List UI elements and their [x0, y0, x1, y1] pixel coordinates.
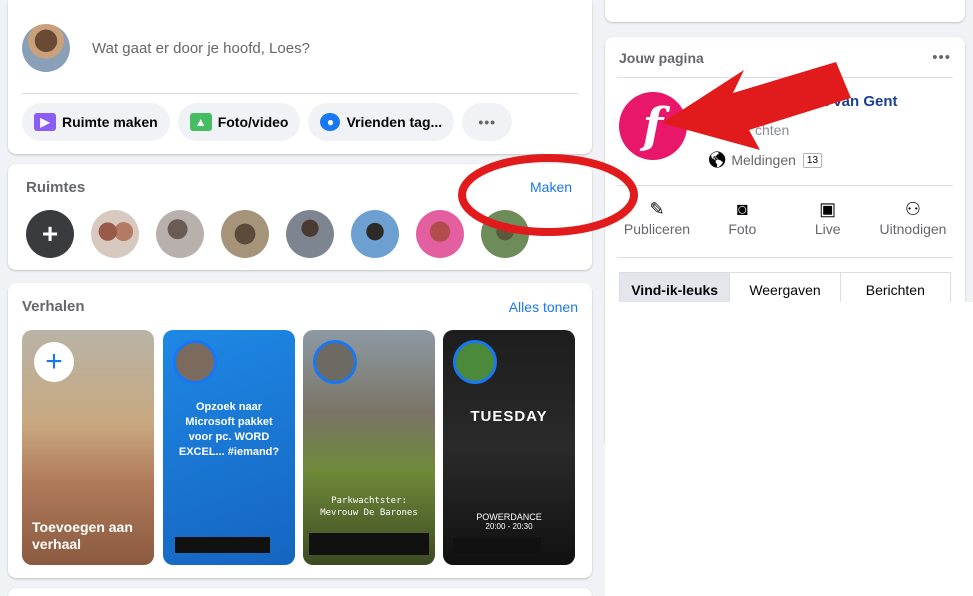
live-video-icon: ▣ [819, 199, 837, 219]
tag-friends-label: Vrienden tag... [346, 114, 443, 130]
redacted-name [175, 537, 270, 553]
right-top-card [605, 0, 965, 22]
page-logo-letter: f [642, 98, 664, 154]
invite-icon: ⚇ [904, 199, 922, 219]
camera-icon: ◙ [736, 199, 748, 219]
add-story-label: Toevoegen aan verhaal [32, 519, 133, 553]
story-card[interactable]: Parkwachtster: Mevrouw De Barones [303, 330, 435, 565]
story-author-avatar [453, 340, 497, 384]
edit-icon: ✎ [649, 199, 665, 219]
friend-avatar[interactable] [156, 210, 204, 258]
story-author-avatar [313, 340, 357, 384]
story-text: Parkwachtster: Mevrouw De Barones [320, 496, 418, 519]
story-card[interactable]: TUESDAY POWERDANCE 20:00 - 20:30 [443, 330, 575, 565]
create-room-avatar[interactable]: + [26, 210, 74, 258]
photo-icon: ▲ [189, 113, 212, 131]
globe-icon: 🌎︎ [707, 152, 728, 169]
live-button[interactable]: ▣ Live [788, 199, 868, 237]
notifications-count: 13 [802, 152, 823, 168]
tag-friends-icon: ● [320, 113, 341, 131]
photo-button[interactable]: ◙ Foto [702, 199, 782, 237]
friend-avatar[interactable] [481, 210, 529, 258]
friend-avatar[interactable] [286, 210, 334, 258]
rooms-title: Ruimtes [26, 179, 86, 196]
story-card[interactable]: Opzoek naar Microsoft pakket voor pc. WO… [163, 330, 295, 565]
divider [617, 77, 953, 78]
story-title: TUESDAY [470, 408, 548, 425]
rooms-make-link[interactable]: Maken [530, 179, 572, 195]
page-card-title: Jouw pagina [619, 50, 704, 66]
divider [617, 257, 953, 258]
friend-avatar[interactable] [351, 210, 399, 258]
publish-button[interactable]: ✎ Publiceren [617, 199, 697, 237]
page-notifications-link[interactable]: 🌎︎ Meldingen 13 [707, 150, 823, 170]
page-logo[interactable]: f [619, 92, 687, 160]
tag-friends-button[interactable]: ● Vrienden tag... [308, 103, 455, 141]
more-options-button[interactable]: ••• [462, 103, 513, 141]
friend-avatar[interactable] [416, 210, 464, 258]
invite-label: Uitnodigen [879, 221, 947, 237]
show-all-stories-link[interactable]: Alles tonen [509, 299, 578, 315]
notifications-label: Meldingen [731, 152, 796, 168]
divider [617, 185, 953, 186]
page-name-link[interactable]: n van Gent [820, 93, 898, 110]
friend-avatar[interactable] [91, 210, 139, 258]
add-story-plus-icon: + [34, 342, 74, 382]
stories-card: Verhalen Alles tonen + Toevoegen aan ver… [8, 283, 592, 578]
page-more-icon[interactable]: ••• [932, 49, 951, 66]
more-dots-icon: ••• [478, 114, 497, 130]
create-room-button[interactable]: ▶ Ruimte maken [22, 103, 170, 141]
stories-title: Verhalen [22, 298, 85, 315]
story-author-avatar [173, 340, 217, 384]
post-composer: Wat gaat er door je hoofd, Loes? ▶ Ruimt… [8, 0, 592, 154]
video-room-icon: ▶ [34, 113, 56, 131]
cropped-area [605, 302, 973, 596]
story-text: Opzoek naar Microsoft pakket voor pc. WO… [178, 401, 280, 458]
redacted-name [309, 533, 429, 555]
friend-avatar[interactable] [221, 210, 269, 258]
photo-video-button[interactable]: ▲ Foto/video [177, 103, 301, 141]
publish-label: Publiceren [623, 221, 691, 237]
story-time: 20:00 - 20:30 [485, 522, 533, 531]
rooms-card: Ruimtes Maken + [8, 164, 592, 270]
add-story-card[interactable]: + Toevoegen aan verhaal [22, 330, 154, 565]
create-room-label: Ruimte maken [62, 114, 158, 130]
composer-input[interactable]: Wat gaat er door je hoofd, Loes? [80, 24, 578, 72]
photo-label: Foto [728, 221, 757, 237]
page-messages-link[interactable]: chten [755, 122, 789, 138]
composer-placeholder: Wat gaat er door je hoofd, Loes? [92, 39, 310, 57]
photo-video-label: Foto/video [217, 114, 289, 130]
redacted-name [453, 537, 541, 553]
invite-button[interactable]: ⚇ Uitnodigen [873, 199, 953, 237]
next-card-edge [8, 588, 592, 596]
plus-icon: + [41, 218, 59, 249]
user-avatar[interactable] [22, 24, 70, 72]
live-label: Live [814, 221, 841, 237]
divider [22, 93, 578, 94]
page-stats-tabs: Vind-ik-leuks Weergaven Berichten [619, 272, 951, 306]
